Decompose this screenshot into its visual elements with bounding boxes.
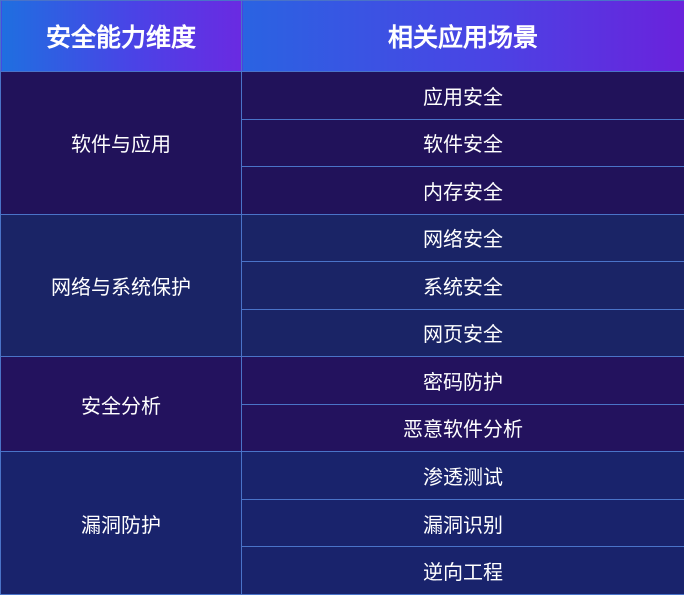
dimension-cell: 网络与系统保护: [0, 213, 242, 358]
scenario-cell: 密码防护: [241, 356, 684, 405]
header-row: 安全能力维度 相关应用场景: [0, 0, 684, 72]
scenario-cell: 漏洞识别: [241, 498, 684, 548]
scenario-cell: 应用安全: [241, 71, 684, 120]
table-row: 软件与应用 应用安全: [0, 71, 684, 215]
scenario-cell: 系统安全: [241, 261, 684, 310]
dimension-cell: 软件与应用: [0, 71, 242, 215]
table-row: 安全分析 密码防护: [0, 356, 684, 453]
capability-table: 安全能力维度 相关应用场景 软件与应用 应用安全 软件安全 内存安全 网络与系统…: [0, 0, 684, 595]
table-row: 网络与系统保护 网络安全: [0, 213, 684, 358]
scenario-cell: 逆向工程: [241, 546, 684, 595]
scenario-cell: 软件安全: [241, 118, 684, 168]
scenario-cell: 内存安全: [241, 166, 684, 215]
scenario-cell: 恶意软件分析: [241, 403, 684, 453]
dimension-cell: 安全分析: [0, 356, 242, 453]
header-scenario: 相关应用场景: [241, 0, 684, 72]
dimension-cell: 漏洞防护: [0, 451, 242, 595]
scenario-cell: 网络安全: [241, 213, 684, 263]
scenario-cell: 网页安全: [241, 308, 684, 358]
table-row: 漏洞防护 渗透测试: [0, 451, 684, 595]
scenario-cell: 渗透测试: [241, 451, 684, 500]
header-dimension: 安全能力维度: [0, 0, 242, 72]
